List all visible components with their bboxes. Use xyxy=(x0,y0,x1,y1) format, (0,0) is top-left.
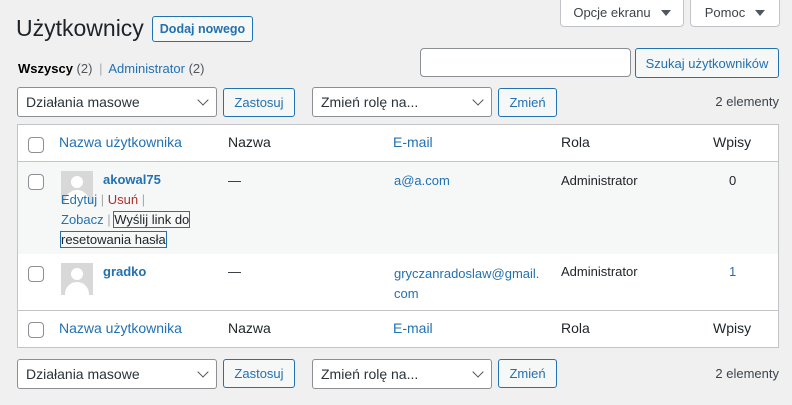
email-link[interactable]: a@a.com xyxy=(394,173,450,188)
name-value: — xyxy=(228,264,241,279)
change-button[interactable]: Zmień xyxy=(498,88,557,117)
screen-options-tab[interactable]: Opcje ekranu xyxy=(560,0,684,27)
users-table: Nazwa użytkownika Nazwa E-mail Rola Wpis… xyxy=(17,124,779,348)
table-row: gradko — gryczanradoslaw@gmail. com Admi… xyxy=(18,254,778,311)
bulk-actions-value: Działania masowe xyxy=(26,94,140,110)
column-username[interactable]: Nazwa użytkownika xyxy=(59,320,182,336)
change-button[interactable]: Zmień xyxy=(498,359,557,388)
name-value: — xyxy=(228,173,241,188)
help-tab[interactable]: Pomoc xyxy=(690,0,780,27)
role-filters: Wszyscy (2) | Administrator (2) xyxy=(18,61,204,76)
reset-password-link-line1[interactable]: Wyślij link do xyxy=(113,211,191,228)
chevron-down-icon xyxy=(197,366,209,378)
triangle-down-icon xyxy=(755,9,766,16)
chevron-down-icon xyxy=(472,94,484,106)
bulk-actions-value: Działania masowe xyxy=(26,366,140,382)
posts-count-link[interactable]: 1 xyxy=(729,264,736,279)
delete-link[interactable]: Usuń xyxy=(108,192,138,207)
change-role-select[interactable]: Zmień rolę na... xyxy=(312,87,492,117)
filter-all-count: (2) xyxy=(76,61,93,76)
search-users-button[interactable]: Szukaj użytkowników xyxy=(635,48,779,78)
add-new-button[interactable]: Dodaj nowego xyxy=(152,16,253,42)
column-role: Rola xyxy=(561,320,590,336)
change-role-value: Zmień rolę na... xyxy=(321,366,419,382)
filter-administrator[interactable]: Administrator xyxy=(108,61,185,76)
role-value: Administrator xyxy=(561,264,638,279)
apply-button[interactable]: Zastosuj xyxy=(223,359,295,388)
table-footer: Nazwa użytkownika Nazwa E-mail Rola Wpis… xyxy=(18,311,778,348)
filter-all[interactable]: Wszyscy xyxy=(18,61,73,76)
row-actions: Edytuj | Usuń | Zobacz | Wyślij link do … xyxy=(60,192,191,248)
table-header: Nazwa użytkownika Nazwa E-mail Rola Wpis… xyxy=(18,125,778,162)
email-line2: com xyxy=(394,286,419,301)
triangle-down-icon xyxy=(660,9,671,16)
chevron-down-icon xyxy=(197,94,209,106)
posts-count: 0 xyxy=(729,173,737,188)
column-name: Nazwa xyxy=(228,320,271,336)
bulk-actions-select[interactable]: Działania masowe xyxy=(17,87,217,117)
reset-password-link-line2[interactable]: resetowania hasła xyxy=(60,231,167,248)
avatar xyxy=(61,263,93,295)
edit-link[interactable]: Edytuj xyxy=(61,192,97,207)
apply-button[interactable]: Zastosuj xyxy=(223,88,295,117)
filter-administrator-count: (2) xyxy=(188,61,205,76)
email-link[interactable]: gryczanradoslaw@gmail. com xyxy=(394,264,539,304)
column-name: Nazwa xyxy=(228,134,271,150)
username-link[interactable]: gradko xyxy=(103,264,146,279)
email-line1: gryczanradoslaw@gmail. xyxy=(394,266,540,281)
filter-separator: | xyxy=(99,61,103,76)
chevron-down-icon xyxy=(472,366,484,378)
username-link[interactable]: akowal75 xyxy=(103,172,161,187)
page-title: Użytkownicy xyxy=(16,15,144,41)
items-count: 2 elementy xyxy=(715,366,779,381)
items-count: 2 elementy xyxy=(715,94,779,109)
screen-options-label: Opcje ekranu xyxy=(573,5,651,20)
column-posts: Wpisy xyxy=(713,320,752,336)
view-link[interactable]: Zobacz xyxy=(61,212,104,227)
search-input[interactable] xyxy=(420,48,631,77)
help-label: Pomoc xyxy=(704,5,746,20)
column-email[interactable]: E-mail xyxy=(393,320,433,336)
role-value: Administrator xyxy=(561,173,638,188)
bulk-actions-select[interactable]: Działania masowe xyxy=(17,359,217,389)
column-username[interactable]: Nazwa użytkownika xyxy=(59,134,182,150)
table-row: akowal75 Edytuj | Usuń | Zobacz | Wyślij… xyxy=(18,162,778,254)
row-checkbox[interactable] xyxy=(28,266,44,282)
select-all-checkbox[interactable] xyxy=(28,322,44,338)
change-role-value: Zmień rolę na... xyxy=(321,94,419,110)
row-checkbox[interactable] xyxy=(28,174,44,190)
select-all-checkbox[interactable] xyxy=(28,137,44,153)
column-posts: Wpisy xyxy=(713,134,752,150)
column-email[interactable]: E-mail xyxy=(393,134,433,150)
column-role: Rola xyxy=(561,134,590,150)
change-role-select[interactable]: Zmień rolę na... xyxy=(312,359,492,389)
